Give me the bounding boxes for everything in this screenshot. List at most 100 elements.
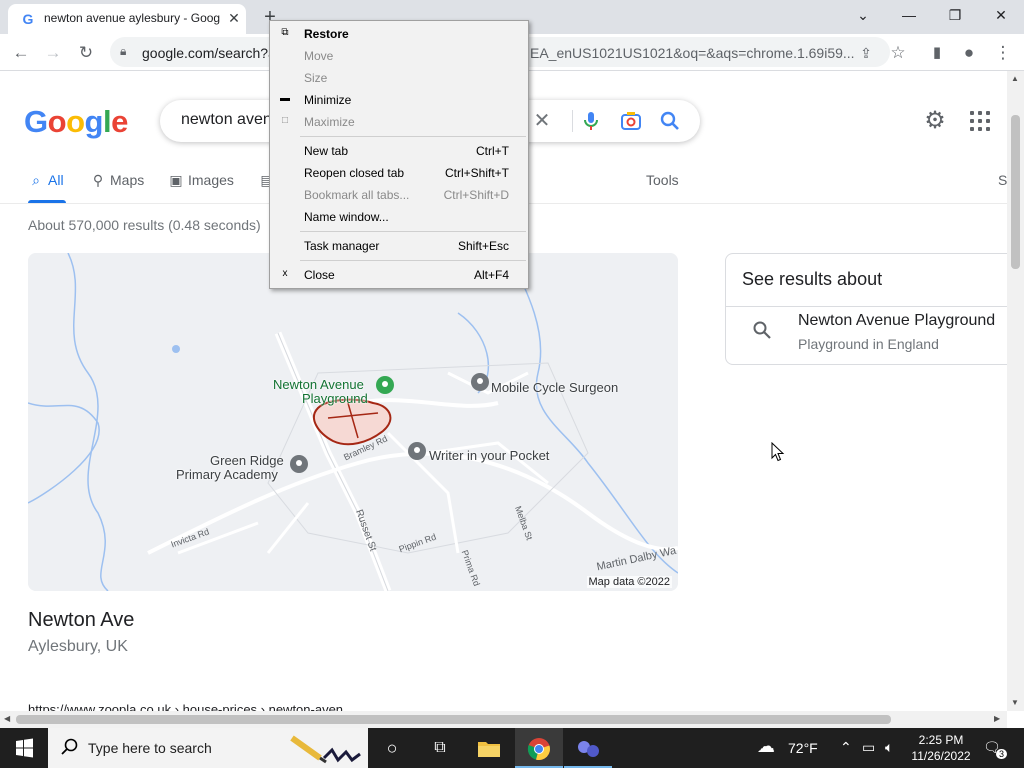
tab-close-icon[interactable]: ✕ bbox=[226, 10, 242, 26]
clear-search-icon[interactable]: ✕ bbox=[530, 109, 554, 133]
search-submit-icon[interactable] bbox=[658, 109, 682, 133]
menu-item-name-window[interactable]: Name window... bbox=[270, 206, 528, 228]
menu-item-size[interactable]: Size bbox=[270, 67, 528, 89]
taskbar-search-placeholder: Type here to search bbox=[88, 740, 212, 756]
window-system-menu: ⧉ Restore Move Size ▬ Minimize □ Maximiz… bbox=[269, 20, 529, 289]
menu-item-new-tab[interactable]: New tab Ctrl+T bbox=[270, 140, 528, 162]
map-pin-icon[interactable] bbox=[471, 373, 489, 391]
place-subtitle: Aylesbury, UK bbox=[28, 638, 128, 655]
result-stats: About 570,000 results (0.48 seconds) bbox=[28, 217, 261, 233]
vertical-scroll-thumb[interactable] bbox=[1011, 115, 1020, 269]
tab-images[interactable]: ▣ Images bbox=[168, 172, 234, 198]
teams-chat-icon[interactable] bbox=[564, 728, 612, 768]
google-logo[interactable]: Google bbox=[24, 104, 128, 140]
browser-tab[interactable]: G newton avenue aylesbury - Goog ✕ bbox=[8, 4, 246, 34]
minimize-icon: ▬ bbox=[280, 93, 290, 104]
horizontal-scroll-thumb[interactable] bbox=[16, 715, 891, 724]
search-icon: ⌕ bbox=[32, 172, 40, 188]
map-label: Writer in your Pocket bbox=[429, 448, 550, 463]
place-title[interactable]: Newton Ave bbox=[28, 609, 134, 632]
url-text-end: EA_enUS1021US1021&oq=&aqs=chrome.1.69i59… bbox=[530, 45, 855, 61]
map-attribution: Map data ©2022 bbox=[586, 576, 672, 588]
image-icon: ▣ bbox=[169, 172, 183, 188]
mouse-cursor-icon bbox=[771, 442, 785, 462]
menu-separator bbox=[300, 231, 526, 232]
menu-item-task-manager[interactable]: Task manager Shift+Esc bbox=[270, 235, 528, 257]
scroll-up-arrow-icon[interactable]: ▲ bbox=[1011, 75, 1019, 83]
menu-item-restore[interactable]: ⧉ Restore bbox=[270, 23, 528, 45]
bookmark-star-icon[interactable]: ☆ bbox=[885, 40, 911, 66]
chevron-up-icon[interactable]: ⌃ bbox=[840, 739, 852, 756]
menu-kebab-icon[interactable]: ⋮ bbox=[990, 40, 1016, 66]
tab-title: newton avenue aylesbury - Goog bbox=[44, 11, 220, 25]
gear-icon[interactable]: ⚙ bbox=[921, 107, 949, 135]
map-label: Newton Avenue bbox=[273, 377, 364, 392]
reload-icon[interactable]: ↻ bbox=[73, 40, 99, 66]
restore-button[interactable]: ❐ bbox=[932, 0, 978, 30]
clock-time[interactable]: 2:25 PM bbox=[910, 733, 972, 747]
map-label: Primary Academy bbox=[176, 467, 278, 482]
horizontal-scrollbar[interactable]: ◀ ▶ bbox=[0, 711, 1007, 728]
menu-item-maximize[interactable]: □ Maximize bbox=[270, 111, 528, 133]
task-view-icon[interactable]: ⧉ bbox=[416, 728, 464, 768]
weather-temperature[interactable]: 72°F bbox=[788, 740, 818, 756]
google-favicon-icon: G bbox=[22, 11, 34, 27]
apps-grid-icon[interactable] bbox=[968, 109, 992, 133]
weather-cloud-icon[interactable]: ☁ bbox=[757, 736, 775, 757]
search-input[interactable]: newton aven bbox=[181, 111, 272, 129]
map-label: Mobile Cycle Surgeon bbox=[491, 380, 619, 395]
clock-date[interactable]: 11/26/2022 bbox=[910, 749, 972, 763]
forward-arrow-icon[interactable]: → bbox=[40, 40, 66, 66]
voice-search-icon[interactable] bbox=[579, 109, 603, 133]
maximize-icon: □ bbox=[281, 115, 289, 126]
lock-icon[interactable]: 🔒︎ bbox=[120, 44, 126, 59]
map-label: Playground bbox=[302, 391, 368, 406]
scroll-left-arrow-icon[interactable]: ◀ bbox=[4, 715, 10, 723]
menu-item-minimize[interactable]: ▬ Minimize bbox=[270, 89, 528, 111]
minimize-button[interactable]: — bbox=[886, 0, 932, 30]
tab-search-chevron-icon[interactable]: ⌄ bbox=[840, 0, 886, 30]
tab-all[interactable]: ⌕ All bbox=[28, 172, 63, 198]
tools-button[interactable]: Tools bbox=[646, 172, 679, 198]
menu-separator bbox=[300, 260, 526, 261]
start-button[interactable] bbox=[0, 728, 48, 768]
volume-icon[interactable]: 🔈︎ bbox=[885, 739, 893, 756]
scroll-right-arrow-icon[interactable]: ▶ bbox=[994, 715, 1000, 723]
file-explorer-icon[interactable] bbox=[465, 728, 513, 768]
taskbar-search-box[interactable]: Type here to search bbox=[48, 728, 368, 768]
school-pin-icon[interactable] bbox=[290, 455, 308, 473]
side-panel-icon[interactable]: ▮ bbox=[924, 40, 950, 66]
share-icon[interactable]: ⇪ bbox=[853, 40, 879, 66]
search-divider bbox=[572, 110, 573, 132]
related-entity-link[interactable]: Newton Avenue Playground bbox=[798, 312, 995, 330]
active-tab-indicator bbox=[28, 200, 66, 203]
safesearch-button[interactable]: S bbox=[998, 172, 1007, 198]
notification-count-badge: 3 bbox=[996, 749, 1008, 759]
menu-item-move[interactable]: Move bbox=[270, 45, 528, 67]
map-pin-icon: ⚲ bbox=[92, 172, 104, 188]
tab-maps[interactable]: ⚲ Maps bbox=[90, 172, 144, 198]
lens-camera-icon[interactable] bbox=[619, 109, 643, 133]
chrome-taskbar-icon[interactable] bbox=[515, 728, 563, 768]
back-arrow-icon[interactable]: ← bbox=[8, 40, 34, 66]
network-icon[interactable]: ▭ bbox=[862, 739, 875, 756]
close-window-button[interactable]: ✕ bbox=[978, 0, 1024, 30]
result-cite[interactable]: https://www.zoopla.co.uk › house-prices … bbox=[28, 702, 354, 711]
search-highlight-pen-icon bbox=[290, 735, 361, 764]
see-results-about-panel: See results about Newton Avenue Playgrou… bbox=[725, 253, 1007, 365]
related-entity-type: Playground in England bbox=[798, 336, 939, 352]
map-graphic bbox=[28, 253, 678, 591]
park-tree-pin-icon[interactable] bbox=[376, 376, 394, 394]
cortana-icon[interactable]: ○ bbox=[368, 728, 416, 768]
menu-item-reopen-closed-tab[interactable]: Reopen closed tab Ctrl+Shift+T bbox=[270, 162, 528, 184]
vertical-scrollbar[interactable]: ▲ ▼ bbox=[1007, 71, 1024, 711]
close-icon: x bbox=[282, 268, 288, 279]
map-pin-icon[interactable] bbox=[408, 442, 426, 460]
url-text-start: google.com/search?a bbox=[142, 45, 276, 61]
windows-logo-icon bbox=[16, 738, 33, 758]
menu-item-bookmark-all-tabs[interactable]: Bookmark all tabs... Ctrl+Shift+D bbox=[270, 184, 528, 206]
scroll-down-arrow-icon[interactable]: ▼ bbox=[1011, 699, 1019, 707]
profile-avatar-icon[interactable]: ● bbox=[956, 40, 982, 66]
menu-item-close[interactable]: x Close Alt+F4 bbox=[270, 264, 528, 286]
map-preview[interactable]: Newton Avenue Playground Mobile Cycle Su… bbox=[28, 253, 678, 591]
